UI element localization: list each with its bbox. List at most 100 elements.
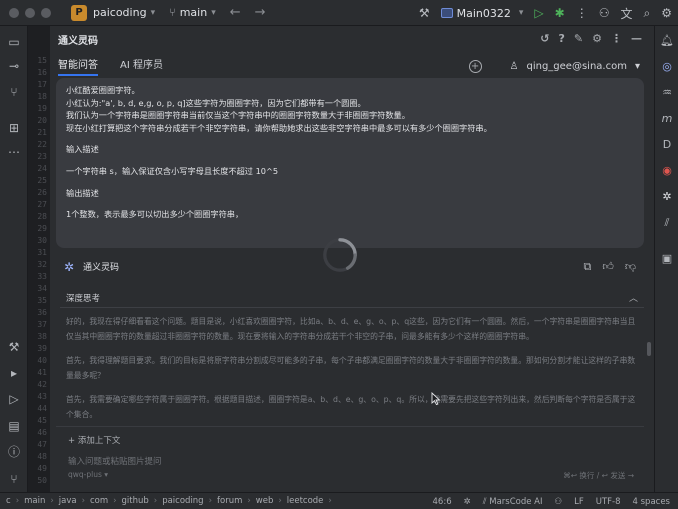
left-tool-strip: ▭ ⊸ ⑂ ⊞ ⋯ ⚒ ▸ ▷ ▤ ⓘ ⑂ [0,26,28,492]
tab-smart-qa[interactable]: 智能问答 [58,52,98,80]
pull-request-icon[interactable]: ⑂ [6,84,22,100]
zoom-window-button[interactable] [41,7,51,18]
git-icon[interactable]: ⑂ [6,471,22,487]
title-bar: P paicoding ▾ ⑂ main ▾ ← → ⚒ Main0322 ▾ … [0,0,678,26]
titlebar-actions: ⚒ Main0322 ▾ ▷ ✱ ⋮ ⚇ 文 ⌕ ⚙ [419,0,672,26]
folder-icon[interactable]: ▭ [6,34,22,50]
commit-icon[interactable]: ⊸ [6,58,22,74]
tongyi-lingma-panel: 通义灵码 ↺ ? ✎ ⚙ ⋮ — 智能问答 AI 程序员 + ♙ qing_ge… [50,26,654,492]
user-icon[interactable]: ♙ [510,61,519,72]
line-number: 15 [37,56,47,65]
tab-ai-programmer[interactable]: AI 程序员 [120,52,163,80]
chevron-down-icon[interactable]: ▾ [151,8,156,18]
ai-status-icon[interactable]: ⚇ [554,497,562,507]
project-name[interactable]: paicoding [93,6,147,19]
send-hint[interactable]: ⌘↩ 换行 / ↩ 发送 → [563,470,634,481]
ai-name: 通义灵码 [83,263,120,273]
thumbs-up-icon[interactable]: 👍︎ [602,260,614,274]
services-icon[interactable]: ▸ [6,365,22,381]
account-email[interactable]: qing_gee@sina.com [527,61,627,72]
structure-icon[interactable]: ⊞ [6,120,22,136]
line-number: 42 [37,380,47,389]
thumbs-down-icon[interactable]: 👎︎ [625,260,636,274]
new-chat-icon[interactable]: + [468,59,482,73]
edit-icon[interactable]: ✎ [574,32,583,45]
marscode-status[interactable]: ⫽ MarsCode AI [483,497,543,507]
add-context-button[interactable]: + 添加上下文 [68,434,120,446]
more-icon[interactable]: ⋮ [576,6,588,20]
database-icon[interactable]: D [660,138,674,152]
tongyi-status-icon[interactable]: ✲ [464,497,471,507]
hammer-icon[interactable]: ⚒ [419,6,430,20]
search-icon[interactable]: ⌕ [644,6,651,21]
help-icon[interactable]: ? [559,32,565,45]
question-line: 1个整数，表示最多可以切出多少个圈圈字符串， [66,209,244,220]
breadcrumb-item[interactable]: web [256,496,274,506]
line-number: 46 [37,428,47,437]
deep-thinking-content: 好的，我现在得仔细看看这个问题。题目是说，小红喜欢圈圈字符，比如a、b、d、e、… [60,308,644,422]
indent-setting[interactable]: 4 spaces [633,497,670,507]
question-line: 现在小红打算把这个字符串分成若干个非空字符串，请你帮助她求出这些非空字符串中最多… [66,122,492,133]
settings-icon[interactable]: ⚙ [592,32,602,45]
line-number: 24 [37,164,47,173]
chat-input[interactable]: 输入问题或粘贴图片提问 [68,455,162,467]
back-arrow-icon[interactable]: ← [230,5,241,20]
line-number: 20 [37,116,47,125]
chat-input-area[interactable]: + 添加上下文 输入问题或粘贴图片提问 qwq-plus ▾ ⌘↩ 换行 / ↩… [56,426,644,486]
line-number: 23 [37,152,47,161]
scrollbar-thumb[interactable] [647,342,651,356]
ai-reply-actions: ⧉ 👍︎ 👎︎ [583,260,636,274]
minimize-panel-icon[interactable]: — [631,32,642,45]
file-encoding[interactable]: UTF-8 [596,497,621,507]
deep-thinking-toggle[interactable]: 深度思考 ︿ [60,288,644,308]
minimize-window-button[interactable] [25,7,35,18]
breadcrumb-item[interactable]: forum [217,496,242,506]
add-context-label: 添加上下文 [77,436,121,446]
gradle-icon[interactable]: ♒ [660,86,674,100]
breadcrumb-item[interactable]: main [24,496,45,506]
line-number: 44 [37,404,47,413]
bookmarks-icon[interactable]: ▣ [660,252,674,266]
breadcrumb-item[interactable]: leetcode [287,496,324,506]
model-selector[interactable]: qwq-plus ▾ [68,470,108,479]
run-icon[interactable]: ▷ [534,6,543,20]
breadcrumb-item[interactable]: paicoding [162,496,203,506]
translate-icon[interactable]: 文 [620,5,632,22]
chevron-down-icon[interactable]: ▾ [635,61,640,72]
line-number: 33 [37,272,47,281]
breadcrumb-item[interactable]: java [59,496,77,506]
copy-icon[interactable]: ⧉ [583,260,591,274]
notifications-icon[interactable]: 🔔︎ [660,34,674,48]
more-icon[interactable]: ⋮ [611,32,622,45]
ai-plugin-icon[interactable]: ◉ [660,164,674,178]
terminal-icon[interactable]: ▤ [6,418,22,434]
history-icon[interactable]: ↺ [540,32,549,45]
branch-name[interactable]: main [180,6,207,19]
branch-icon: ⑂ [169,6,176,19]
maven-icon[interactable]: m [660,112,674,126]
line-ending[interactable]: LF [574,497,584,507]
breadcrumb-item[interactable]: github [122,496,149,506]
chevron-down-icon[interactable]: ▾ [211,8,216,18]
problems-icon[interactable]: ⓘ [6,444,22,460]
line-number: 26 [37,188,47,197]
tongyi-lingma-icon[interactable]: ◎ [660,60,674,74]
breadcrumb-item[interactable]: com [90,496,108,506]
forward-arrow-icon[interactable]: → [255,5,266,20]
window-controls [9,7,51,18]
ide-window: P paicoding ▾ ⑂ main ▾ ← → ⚒ Main0322 ▾ … [0,0,678,509]
chevron-up-icon[interactable]: ︿ [629,291,638,304]
build-icon[interactable]: ⚒ [6,339,22,355]
run-tool-icon[interactable]: ▷ [6,391,22,407]
run-config-selector[interactable]: Main0322 ▾ [440,7,523,20]
more-tools-icon[interactable]: ⋯ [6,144,22,160]
project-badge[interactable]: P [71,4,87,21]
add-user-icon[interactable]: ⚇ [599,6,610,20]
debug-icon[interactable]: ✱ [555,6,565,20]
tongyi-active-icon[interactable]: ✲ [660,190,674,204]
marscode-icon[interactable]: ⫽ [660,216,674,230]
close-window-button[interactable] [9,7,19,18]
settings-icon[interactable]: ⚙ [661,6,672,20]
breadcrumb-item[interactable]: c [6,496,11,506]
cursor-position[interactable]: 46:6 [433,497,452,507]
